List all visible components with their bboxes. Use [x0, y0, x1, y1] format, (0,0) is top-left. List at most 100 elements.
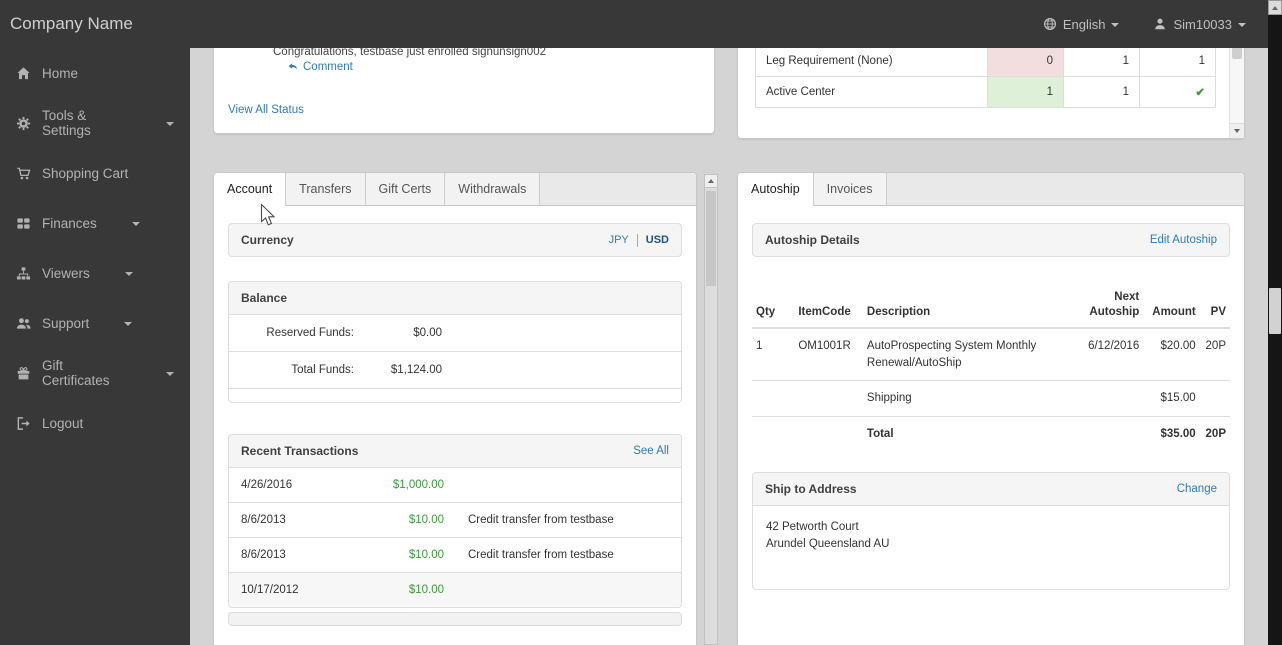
scrollbar-thumb[interactable] — [706, 191, 716, 286]
item-code: OM1001R — [798, 339, 851, 352]
scrollbar-thumb[interactable] — [1269, 288, 1281, 334]
comment-link[interactable]: Comment — [287, 61, 353, 73]
recent-transactions-box: Recent Transactions See All 4/26/2016 $1… — [228, 434, 682, 608]
triangle-up-icon — [708, 179, 714, 183]
autoship-details-title: Autoship Details — [765, 233, 860, 247]
col-amount: Amount — [1143, 286, 1200, 329]
chevron-down-icon — [166, 122, 174, 126]
total-amount: $35.00 — [1143, 415, 1200, 452]
user-menu[interactable]: Sim10033 — [1153, 17, 1246, 32]
tab-account[interactable]: Account — [214, 173, 287, 206]
transaction-description: Credit transfer from testbase — [468, 514, 614, 526]
tab-invoices[interactable]: Invoices — [813, 173, 887, 205]
tab-transfers[interactable]: Transfers — [286, 173, 366, 205]
tab-gift-certs[interactable]: Gift Certs — [365, 173, 446, 205]
triangle-down-icon — [1234, 129, 1240, 133]
transaction-date: 4/26/2016 — [241, 479, 293, 491]
balance-header: Balance — [229, 282, 681, 315]
autoship-item-row: 1 OM1001R AutoProspecting System Monthly… — [752, 328, 1230, 381]
sidebar-item-label: Gift Certificates — [42, 358, 110, 388]
transaction-date: 8/6/2013 — [241, 514, 286, 526]
item-qty: 1 — [756, 339, 763, 352]
col-next-autoship: Next Autoship — [1076, 286, 1144, 329]
status-message: Congratulations, testbase just enrolled … — [273, 48, 546, 58]
account-panel-body: Currency JPY USD Balance Reserved Funds:… — [214, 206, 696, 640]
chevron-down-icon — [124, 272, 133, 276]
sidebar-item-finances[interactable]: Finances — [0, 198, 190, 248]
chevron-down-icon — [124, 322, 133, 326]
sidebar-item-gift-certificates[interactable]: Gift Certificates — [0, 348, 190, 398]
table-row: Active Center 1 1 ✔ — [755, 76, 1216, 108]
col-qty: Qty — [752, 286, 795, 329]
scrollbar-thumb[interactable] — [1232, 48, 1242, 59]
requirement-value: 1 — [1139, 48, 1216, 77]
balance-value: $0.00 — [413, 327, 442, 339]
sidebar-item-logout[interactable]: Logout — [0, 398, 190, 448]
sidebar: Home Tools & Settings Shopping Cart Fina… — [0, 48, 190, 645]
content-scrollbar[interactable] — [704, 174, 718, 645]
edit-autoship-link[interactable]: Edit Autoship — [1150, 234, 1217, 246]
chevron-down-icon — [1238, 23, 1246, 27]
scroll-down-button[interactable] — [1230, 123, 1244, 138]
table-row: Leg Requirement (None) 0 1 1 — [755, 48, 1216, 77]
sidebar-item-support[interactable]: Support — [0, 298, 190, 348]
requirements-table: Leg Requirement (None) 0 1 1 Active Cent… — [755, 48, 1216, 108]
currency-option-jpy[interactable]: JPY — [609, 234, 629, 246]
requirement-value: 1 — [1063, 48, 1140, 77]
scroll-up-button[interactable] — [705, 175, 717, 188]
item-next-autoship: 6/12/2016 — [1088, 339, 1140, 352]
requirement-value: 0 — [987, 48, 1064, 77]
total-label: Total — [862, 415, 1077, 452]
autoship-panel-body: Autoship Details Edit Autoship Qty ItemC… — [738, 206, 1244, 604]
item-amount: $20.00 — [1160, 339, 1196, 352]
balance-box: Balance Reserved Funds: $0.00 Total Fund… — [228, 281, 682, 403]
transaction-amount: $1,000.00 — [392, 479, 444, 491]
sidebar-item-shopping-cart[interactable]: Shopping Cart — [0, 148, 190, 198]
tab-autoship[interactable]: Autoship — [738, 173, 814, 206]
change-address-link[interactable]: Change — [1177, 483, 1217, 495]
total-row: Total $35.00 20P — [752, 415, 1230, 452]
scroll-up-button[interactable] — [1268, 0, 1282, 15]
col-description: Description — [862, 286, 1077, 329]
ship-to-header: Ship to Address Change — [753, 472, 1229, 506]
ship-to-box: Ship to Address Change 42 Petworth Court… — [752, 471, 1230, 591]
reply-icon — [288, 63, 298, 70]
sidebar-item-label: Shopping Cart — [42, 165, 129, 181]
panel-footer-bar — [228, 612, 682, 626]
panel-scrollbar[interactable] — [1229, 48, 1244, 138]
sidebar-item-tools-settings[interactable]: Tools & Settings — [0, 98, 190, 148]
see-all-link[interactable]: See All — [633, 445, 669, 457]
transactions-header: Recent Transactions See All — [229, 435, 681, 468]
comment-label: Comment — [303, 61, 353, 73]
sidebar-item-label: Finances — [42, 215, 97, 231]
brand-title: Company Name — [10, 14, 133, 33]
main-content: Congratulations, testbase just enrolled … — [190, 48, 1268, 645]
total-pv: 20P — [1199, 415, 1230, 452]
view-all-status-link[interactable]: View All Status — [228, 104, 304, 116]
language-menu[interactable]: English — [1043, 17, 1120, 32]
viewers-icon — [16, 266, 31, 279]
status-feed-panel: Congratulations, testbase just enrolled … — [213, 48, 715, 134]
sidebar-item-home[interactable]: Home — [0, 48, 190, 98]
cart-icon — [17, 167, 31, 179]
transaction-row: 4/26/2016 $1,000.00 — [229, 468, 681, 503]
user-icon — [1155, 18, 1166, 30]
address-line: 42 Petworth Court — [766, 520, 859, 533]
balance-label: Total Funds: — [291, 364, 354, 376]
sidebar-item-viewers[interactable]: Viewers — [0, 248, 190, 298]
transaction-row: 8/6/2013 $10.00 Credit transfer from tes… — [229, 538, 681, 573]
gift-icon — [17, 366, 30, 379]
requirement-label: Active Center — [755, 76, 988, 108]
requirement-label: Leg Requirement (None) — [755, 48, 988, 77]
check-icon: ✔ — [1139, 76, 1216, 108]
autoship-table: Qty ItemCode Description Next Autoship A… — [752, 286, 1230, 452]
finances-icon — [17, 217, 30, 229]
currency-option-usd[interactable]: USD — [646, 234, 669, 246]
requirement-value: 1 — [1063, 76, 1140, 108]
autoship-panel: Autoship Invoices Autoship Details Edit … — [737, 172, 1245, 645]
tab-withdrawals[interactable]: Withdrawals — [445, 173, 541, 205]
address-line: Arundel Queensland AU — [766, 537, 890, 550]
currency-header-bar: Currency JPY USD — [228, 223, 682, 257]
requirement-value: 1 — [987, 76, 1064, 108]
window-scrollbar[interactable] — [1268, 0, 1282, 645]
